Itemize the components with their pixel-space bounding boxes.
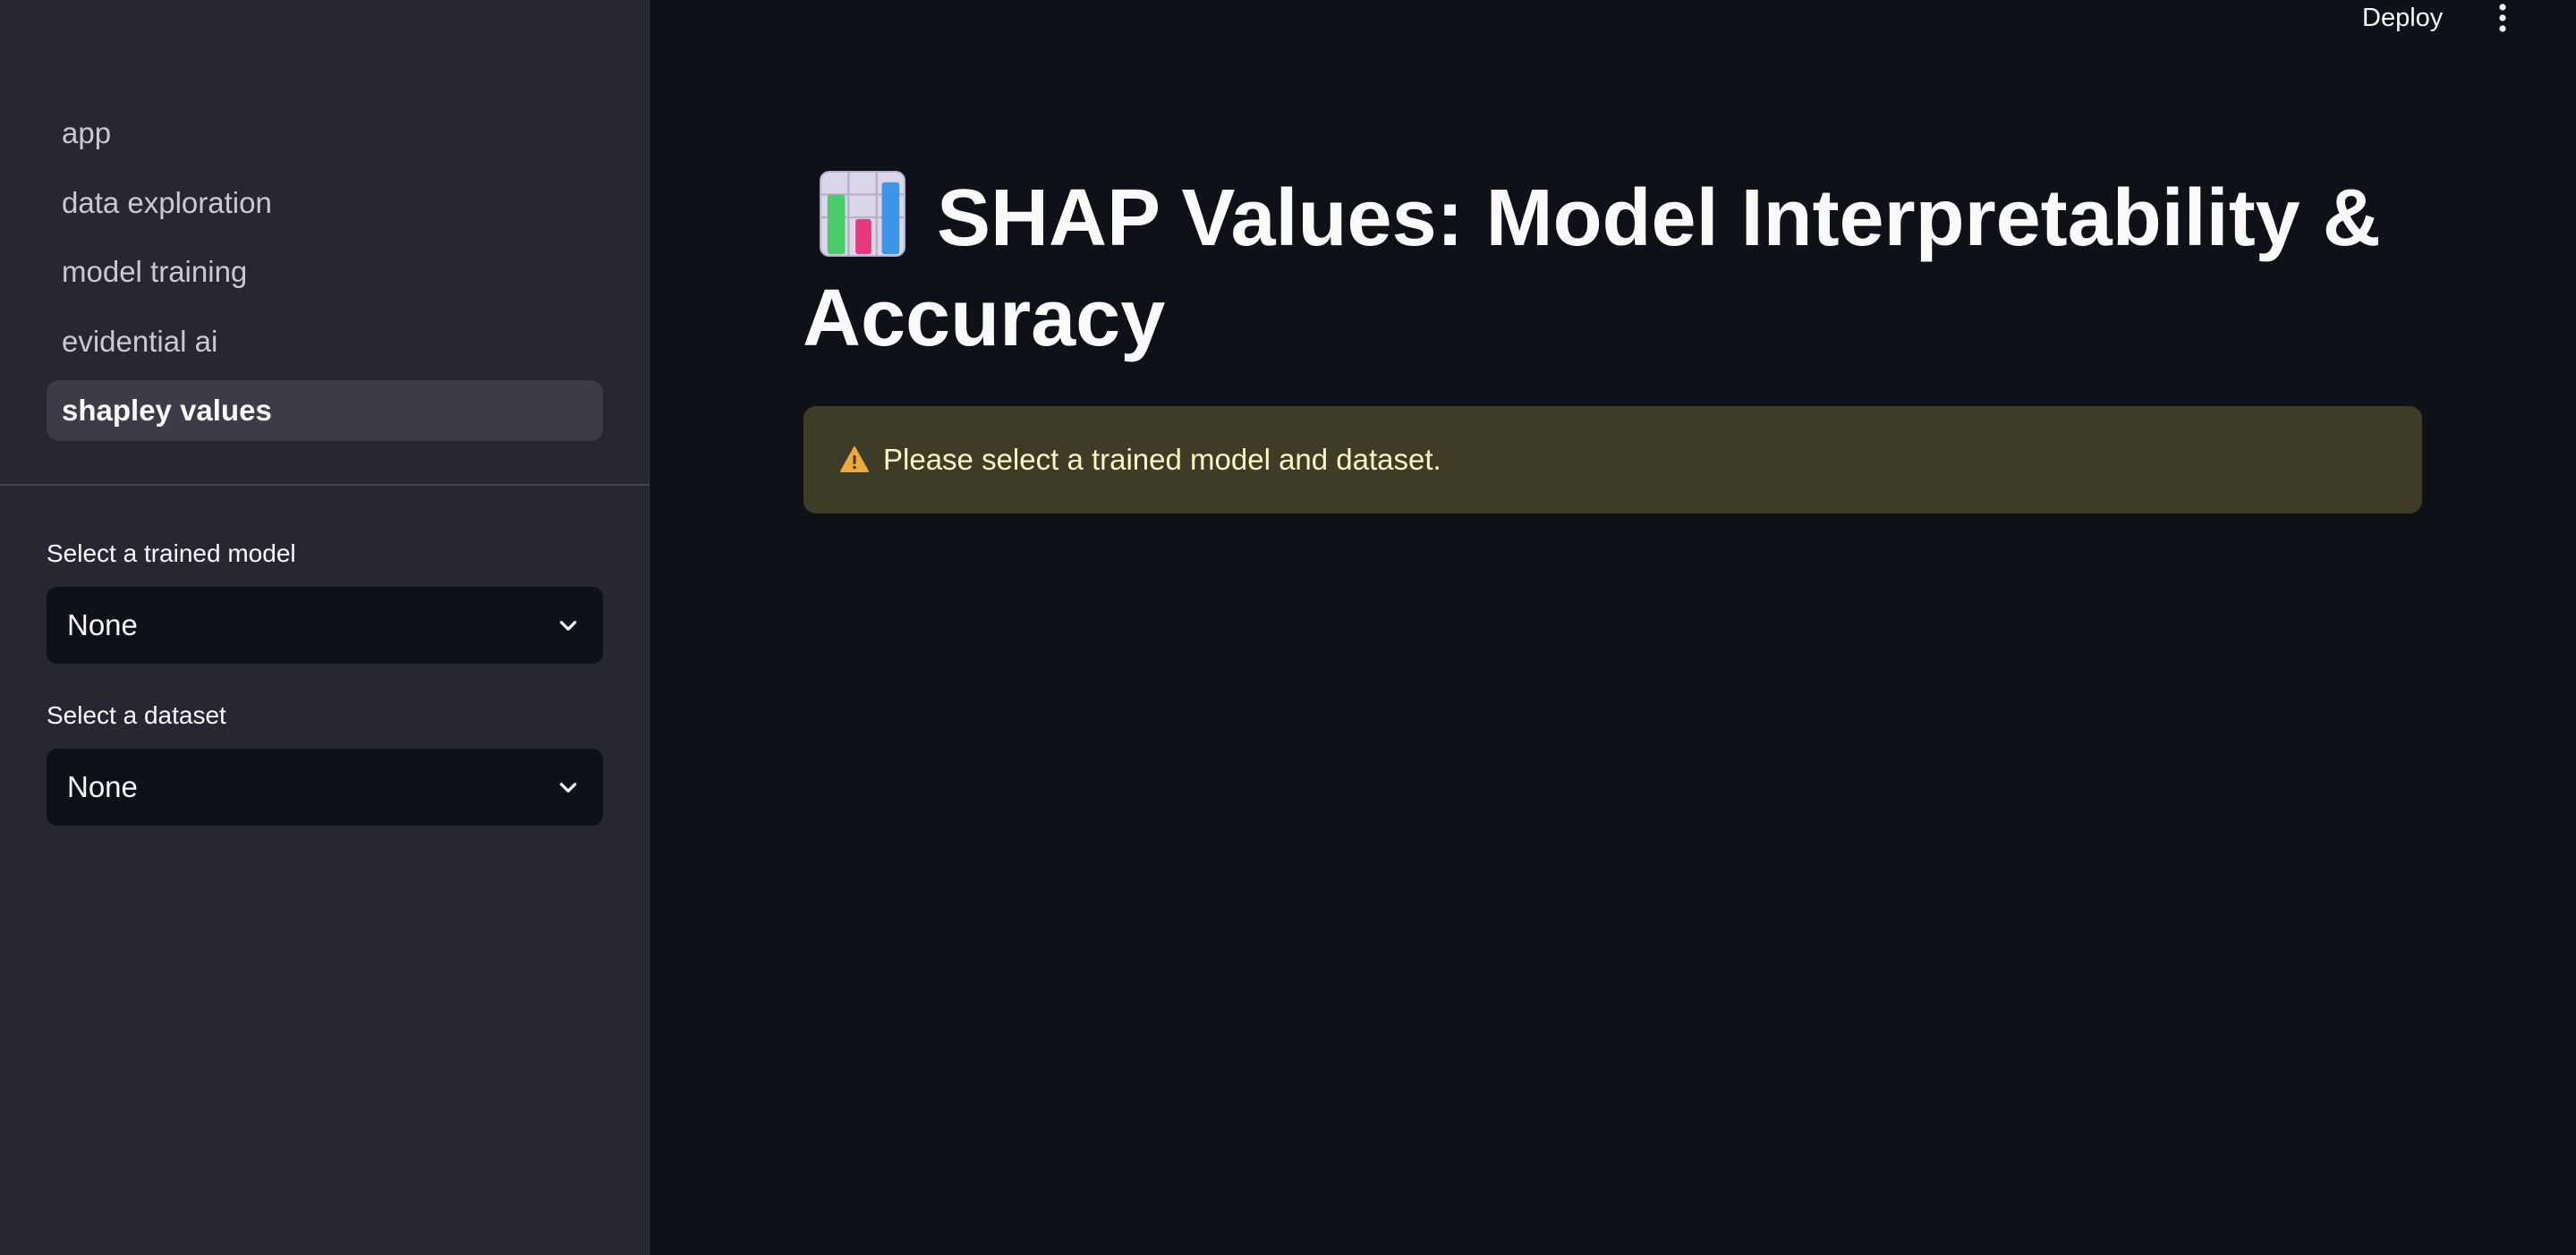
sidebar-item-app[interactable]: app [47,103,603,164]
model-select[interactable]: None [47,587,603,664]
model-select-label: Select a trained model [47,539,296,567]
sidebar-divider [0,484,650,486]
sidebar-item-label: app [62,116,112,149]
page-title-text: SHAP Values: Model Interpretability & Ac… [803,174,2381,363]
sidebar-item-label: shapley values [62,394,272,427]
sidebar-item-evidential-ai[interactable]: evidential ai [47,311,603,372]
page-title: SHAP Values: Model Interpretability & Ac… [803,168,2440,369]
dataset-select[interactable]: None [47,749,603,826]
bar-chart-emoji-icon [819,170,906,258]
sidebar-item-label: model training [62,255,248,288]
chevron-down-icon [559,783,577,793]
sidebar-item-data-exploration[interactable]: data exploration [47,173,603,233]
chevron-down-icon [559,621,577,631]
sidebar-item-shapley-values[interactable]: shapley values [47,380,603,441]
warning-icon [840,446,869,472]
sidebar-item-model-training[interactable]: model training [47,242,603,302]
kebab-dots [2499,4,2506,32]
sidebar-item-label: evidential ai [62,324,218,358]
dataset-select-label: Select a dataset [47,701,226,729]
app-window: app data exploration model training evid… [0,0,2576,1255]
dataset-select-value: None [67,770,138,803]
warning-alert-text: Please select a trained model and datase… [883,443,1441,476]
kebab-menu-icon[interactable] [2487,0,2519,36]
sidebar: app data exploration model training evid… [0,0,650,1255]
warning-alert: Please select a trained model and datase… [803,406,2422,513]
sidebar-nav: app data exploration model training evid… [47,103,603,450]
model-select-value: None [67,608,138,641]
deploy-button[interactable]: Deploy [2362,0,2443,36]
sidebar-item-label: data exploration [62,185,272,219]
